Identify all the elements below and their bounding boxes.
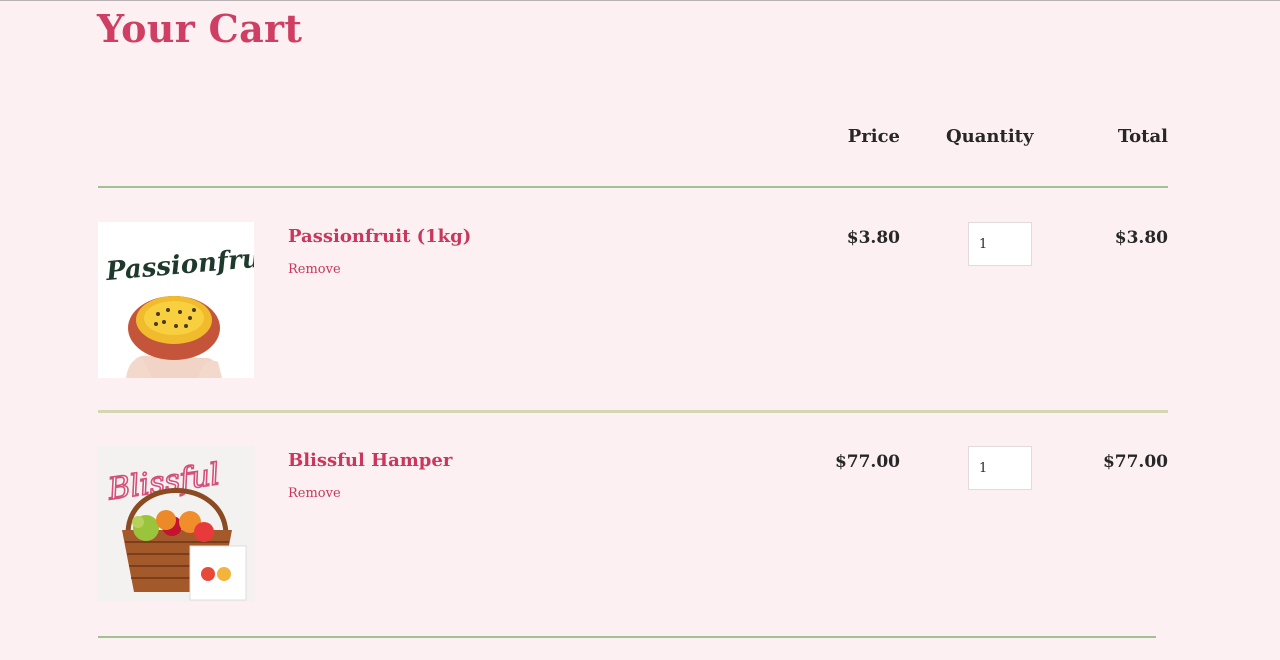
remove-item-link[interactable]: Remove [288,262,341,277]
total-column-header: Total [1117,126,1168,147]
price-column-header: Price [847,126,900,147]
row-divider [98,636,1156,638]
product-name-link[interactable]: Blissful Hamper [288,450,452,471]
item-total: $3.80 [1114,228,1168,248]
passionfruit-icon: Passionfruit [98,222,254,378]
header-divider [98,186,1168,188]
item-price: $77.00 [834,452,900,472]
top-border [0,0,1280,1]
row-divider [98,410,1168,413]
cart-item-row: Blissful Blissful Hamper Remove $77.00 $… [0,446,1280,646]
quantity-input[interactable] [968,446,1032,490]
quantity-input[interactable] [968,222,1032,266]
page-title: Your Cart [97,6,303,51]
cart-item-row: Passionfruit Passionfruit (1kg) Remove $… [0,222,1280,422]
remove-item-link[interactable]: Remove [288,486,341,501]
fruit-basket-icon: Blissful [98,446,254,602]
item-total: $77.00 [1102,452,1168,472]
product-image-blissful-hamper[interactable]: Blissful [98,446,254,602]
product-image-passionfruit[interactable]: Passionfruit [98,222,254,378]
item-price: $3.80 [846,228,900,248]
product-name-link[interactable]: Passionfruit (1kg) [288,226,471,247]
quantity-column-header: Quantity [946,126,1034,147]
